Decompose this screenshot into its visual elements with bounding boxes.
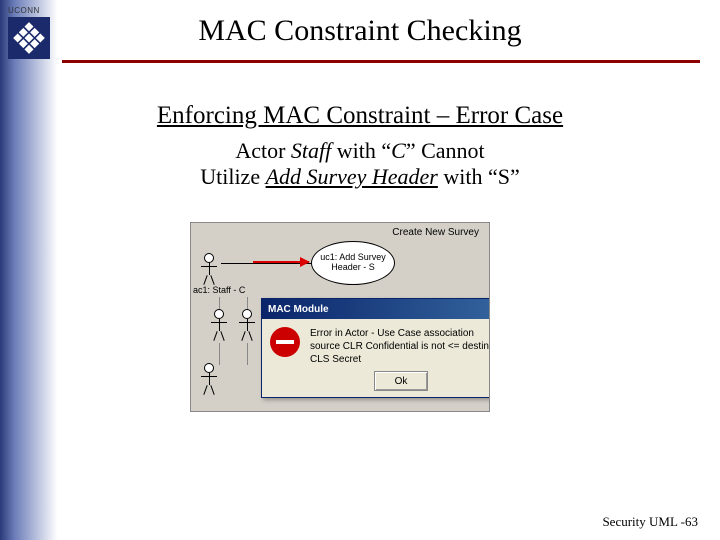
- error-arrow-icon: [253, 261, 309, 263]
- dialog-titlebar: MAC Module ×: [262, 299, 490, 319]
- usecase-oval: uc1: Add Survey Header - S: [311, 241, 395, 285]
- subtitle-main: Enforcing MAC Constraint – Error Case: [0, 102, 720, 130]
- slide-title: MAC Constraint Checking: [0, 14, 720, 48]
- actor-label: ac1: Staff - C: [193, 285, 245, 295]
- usecase-name-italic: Add Survey Header: [266, 164, 438, 189]
- title-rule: [62, 60, 700, 63]
- embedded-screenshot: Create New Survey uc1: Add Survey Header…: [190, 222, 490, 412]
- actor-icon: [235, 309, 259, 339]
- diagram-canvas: Create New Survey uc1: Add Survey Header…: [191, 223, 489, 411]
- text: Actor: [235, 138, 291, 163]
- association-line: [221, 263, 311, 264]
- dialog-footer: Ok: [262, 371, 490, 391]
- text: with “: [331, 138, 391, 163]
- connector-line: [247, 343, 248, 365]
- error-icon: [270, 327, 300, 357]
- dialog-message: Error in Actor - Use Case association so…: [310, 327, 490, 366]
- level-c-italic: C: [391, 138, 406, 163]
- connector-line: [219, 343, 220, 365]
- text: Utilize: [200, 164, 265, 189]
- slide-footer: Security UML -63: [602, 514, 698, 530]
- text: ” Cannot: [406, 138, 485, 163]
- actor-icon: [197, 253, 221, 283]
- diagram-title-label: Create New Survey: [392, 227, 479, 238]
- dialog-message-line: source CLR Confidential is not <= destin…: [310, 340, 490, 366]
- subtitle-line-1: Actor Staff with “C” Cannot: [0, 138, 720, 164]
- error-dialog: MAC Module × Error in Actor - Use Case a…: [261, 298, 490, 398]
- subtitle-line-2: Utilize Add Survey Header with “S”: [0, 164, 720, 190]
- actor-icon: [197, 363, 221, 393]
- usecase-label: uc1: Add Survey Header - S: [312, 253, 394, 273]
- dialog-body: Error in Actor - Use Case association so…: [262, 319, 490, 374]
- dialog-message-line: Error in Actor - Use Case association: [310, 327, 490, 340]
- text: with “S”: [438, 164, 520, 189]
- ok-button[interactable]: Ok: [374, 371, 428, 391]
- actor-name-italic: Staff: [291, 138, 331, 163]
- actor-icon: [207, 309, 231, 339]
- dialog-title-text: MAC Module: [268, 304, 329, 315]
